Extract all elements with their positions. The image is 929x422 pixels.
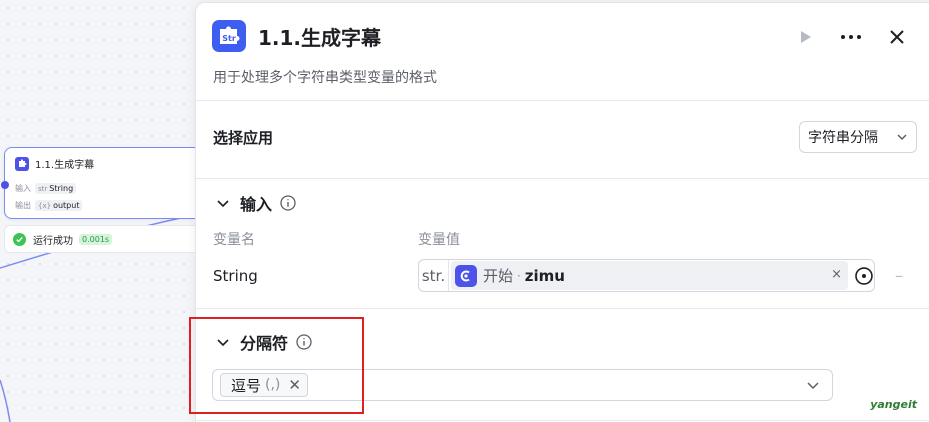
variable-name: String [213, 267, 258, 285]
reference-variable: zimu [524, 266, 565, 285]
divider [196, 420, 929, 421]
node-input-type: str [38, 184, 48, 193]
node-header: 1.1.生成字幕 [15, 156, 94, 171]
input-section-title: 输入 [240, 195, 273, 214]
node-input-label: 输入 [15, 184, 31, 193]
column-header-value: 变量值 [418, 232, 460, 248]
more-icon [841, 35, 861, 39]
type-tag: str. [419, 260, 449, 291]
puzzle-icon [15, 156, 29, 171]
chevron-down-icon [807, 382, 819, 390]
select-app-dropdown[interactable]: 字符串分隔 [799, 121, 917, 153]
panel-title: 1.1.生成字幕 [258, 25, 382, 50]
select-app-value: 字符串分隔 [808, 130, 878, 146]
close-icon [890, 30, 904, 44]
node-output-row: 输出 {x} output [15, 200, 83, 211]
highlight-box [189, 317, 364, 414]
input-section-header[interactable]: 输入 [216, 191, 296, 215]
app-icon-label: Str [222, 34, 236, 43]
panel-description: 用于处理多个字符串类型变量的格式 [213, 70, 437, 86]
chevron-down-icon [897, 134, 907, 141]
run-time-badge: 0.001s [79, 233, 113, 245]
watermark: yangeit [868, 398, 919, 411]
node-input-port[interactable] [1, 181, 9, 189]
node-output-name: output [53, 201, 80, 210]
info-icon [280, 195, 296, 211]
node-title: 1.1.生成字幕 [35, 160, 95, 171]
column-header-name: 变量名 [213, 232, 255, 248]
divider [196, 178, 929, 179]
node-input-name: String [49, 184, 74, 193]
divider [196, 308, 929, 309]
variable-value-field[interactable]: str. 开始 · zimu × [418, 259, 875, 292]
variable-reference-chip[interactable]: 开始 · zimu × [450, 261, 849, 290]
select-app-label: 选择应用 [213, 129, 274, 147]
clear-reference-button[interactable]: × [831, 267, 842, 282]
divider [196, 100, 929, 101]
puzzle-icon: Str [212, 20, 246, 52]
play-icon [801, 31, 811, 43]
start-node-icon [454, 264, 477, 287]
workflow-node-card[interactable]: 1.1.生成字幕 输入 str String 输出 {x} output [1, 147, 204, 219]
run-status-text: 运行成功 [33, 235, 73, 247]
node-output-type: {x} [38, 201, 52, 210]
reference-separator: · [516, 268, 521, 283]
panel-actions [773, 23, 911, 51]
more-button[interactable] [837, 23, 865, 51]
node-input-tag: str String [35, 183, 77, 194]
chevron-down-icon [217, 200, 229, 208]
close-button[interactable] [883, 23, 911, 51]
variable-picker-icon[interactable] [854, 266, 874, 286]
panel-header: Str 1.1.生成字幕 [212, 20, 381, 52]
run-button[interactable] [791, 23, 819, 51]
run-status-card[interactable]: 运行成功 0.001s [4, 225, 204, 253]
remove-row-button[interactable]: – [895, 266, 903, 285]
node-output-tag: {x} output [35, 200, 83, 211]
node-output-label: 输出 [15, 201, 31, 210]
check-icon [13, 232, 26, 246]
reference-source: 开始 [482, 267, 513, 285]
node-input-row: 输入 str String [15, 183, 77, 194]
